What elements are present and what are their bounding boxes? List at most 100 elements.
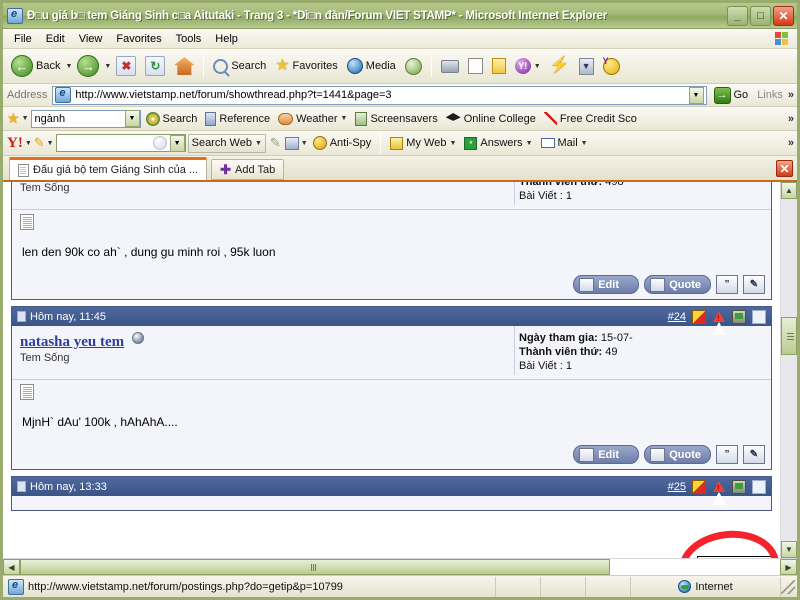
stop-button[interactable]: ✖	[112, 52, 140, 80]
scroll-down-button[interactable]: ▼	[781, 541, 797, 558]
horizontal-scroll-track[interactable]	[20, 559, 780, 575]
quote-button[interactable]: Quote	[644, 445, 711, 464]
yahoo-antispy-button[interactable]: Anti-Spy	[310, 136, 375, 150]
toolbar2-search-dropdown-icon[interactable]: ▼	[124, 110, 140, 127]
download-button[interactable]: ▼	[575, 52, 598, 80]
card-icon[interactable]	[692, 479, 706, 494]
scroll-up-button[interactable]: ▲	[781, 182, 797, 199]
reply-button[interactable]: ✎	[743, 275, 765, 294]
home-button[interactable]	[170, 52, 198, 80]
edit-button[interactable]	[464, 52, 487, 80]
blank-icon[interactable]	[752, 309, 766, 324]
back-button[interactable]: ← Back	[7, 52, 64, 80]
ip-address-icon[interactable]	[732, 479, 746, 494]
yahoo-answers-button[interactable]: * Answers ▼	[461, 136, 535, 150]
menu-favorites[interactable]: Favorites	[109, 31, 168, 47]
author-username-link[interactable]: natasha yeu tem	[20, 334, 124, 350]
messenger-button[interactable]: Y	[599, 52, 624, 80]
close-button[interactable]: ✕	[773, 5, 794, 26]
search-button[interactable]: Search	[209, 52, 270, 80]
menu-help[interactable]: Help	[208, 31, 245, 47]
toolbar2-overflow-chevron-icon[interactable]: »	[788, 113, 797, 125]
post-24-number[interactable]: #24	[668, 311, 686, 323]
report-warning-icon[interactable]	[712, 479, 726, 505]
quote-button[interactable]: Quote	[644, 275, 711, 294]
scroll-left-button[interactable]: ◀	[3, 559, 20, 575]
address-overflow-chevron-icon[interactable]: »	[788, 89, 797, 101]
toolbar2-item-search-label: Search	[162, 112, 198, 125]
forward-button[interactable]: →	[73, 52, 103, 80]
toolbar2-star-icon[interactable]: ★	[7, 110, 20, 127]
minimize-button[interactable]: _	[727, 5, 748, 26]
refresh-button[interactable]: ↻	[141, 52, 169, 80]
history-button[interactable]	[401, 52, 426, 80]
yahoo-button[interactable]: Y! ▼	[511, 52, 545, 80]
print-button[interactable]	[437, 52, 463, 80]
toolbar2-item-free-credit-score[interactable]: Free Credit Sco	[541, 112, 640, 125]
resize-grip-icon[interactable]	[781, 579, 795, 594]
multiquote-button[interactable]: ”	[716, 275, 738, 294]
menu-view[interactable]: View	[72, 31, 110, 47]
myweb-dropdown-icon[interactable]: ▼	[449, 140, 456, 147]
toolbar2-search-input[interactable]: ngành ▼	[30, 109, 141, 128]
card-icon[interactable]	[692, 309, 706, 324]
post-25-number[interactable]: #25	[668, 481, 686, 493]
vertical-scrollbar[interactable]: ▲ ▼	[780, 182, 797, 558]
yahoo-dropdown-icon[interactable]: ▼	[534, 63, 541, 70]
browser-window: Đ□u giá b□ tem Giáng Sinh c□a Aitutaki -…	[0, 0, 800, 600]
scroll-right-button[interactable]: ▶	[780, 559, 797, 575]
toolbar2-item-screensavers[interactable]: Screensavers	[352, 111, 440, 126]
links-label[interactable]: Links	[755, 89, 785, 101]
vertical-scroll-thumb[interactable]	[781, 317, 797, 355]
back-dropdown-icon[interactable]: ▼	[65, 63, 72, 70]
yahoo-overflow-chevron-icon[interactable]: »	[788, 137, 797, 149]
ip-address-icon[interactable]	[732, 309, 746, 324]
yahoo-myweb-button[interactable]: My Web ▼	[387, 136, 459, 150]
forward-dropdown-icon[interactable]: ▼	[104, 63, 111, 70]
tab-close-button[interactable]: ✕	[776, 160, 793, 177]
toolbar2-item-reference[interactable]: Reference	[202, 111, 273, 126]
multiquote-button[interactable]: ”	[716, 445, 738, 464]
edit-button[interactable]: Edit	[573, 445, 640, 464]
weather-dropdown-icon[interactable]: ▼	[341, 115, 348, 122]
horizontal-scroll-thumb[interactable]	[20, 559, 610, 575]
menu-edit[interactable]: Edit	[39, 31, 72, 47]
lightning-button[interactable]: ⚡	[546, 52, 574, 80]
yahoo-search-web-button[interactable]: Search Web ▼	[187, 133, 266, 153]
horizontal-scrollbar[interactable]: ◀ ▶	[3, 558, 797, 575]
popup-blocker-dropdown-icon[interactable]: ▼	[301, 140, 308, 147]
popup-blocker-icon[interactable]	[284, 136, 299, 150]
blank-icon[interactable]	[752, 479, 766, 494]
mail-dropdown-icon[interactable]: ▼	[581, 140, 588, 147]
toolbar2-item-online-college[interactable]: Online College	[443, 113, 539, 125]
answers-dropdown-icon[interactable]: ▼	[526, 140, 533, 147]
menu-tools[interactable]: Tools	[169, 31, 209, 47]
maximize-button[interactable]: □	[750, 5, 771, 26]
toolbar2-item-weather[interactable]: Weather ▼	[275, 112, 350, 125]
reply-button[interactable]: ✎	[743, 445, 765, 464]
yahoo-search-input[interactable]: ▼	[55, 134, 186, 152]
yahoo-logo-dropdown-icon[interactable]: ▼	[25, 140, 32, 147]
go-button[interactable]: → Go	[710, 86, 753, 104]
edit-button[interactable]: Edit	[573, 275, 640, 294]
media-button[interactable]: Media	[343, 52, 400, 80]
yahoo-logo-icon[interactable]: Y!	[7, 135, 23, 152]
pencil-dropdown-icon[interactable]: ▼	[47, 140, 54, 147]
pencil-icon[interactable]: ✎	[34, 135, 45, 151]
highlighter-icon[interactable]: ✎	[268, 135, 283, 151]
search-web-dropdown-icon[interactable]: ▼	[255, 140, 262, 147]
tab-active[interactable]: Đấu giá bộ tem Giáng Sinh của ...	[9, 157, 208, 180]
meta-posts: Bài Viết : 1	[519, 359, 765, 373]
yahoo-mail-button[interactable]: Mail ▼	[538, 137, 591, 149]
vertical-scroll-track[interactable]	[781, 199, 797, 541]
yahoo-search-dropdown-icon[interactable]: ▼	[169, 134, 185, 152]
toolbar2-star-dropdown-icon[interactable]: ▼	[22, 115, 29, 122]
address-input[interactable]: http://www.vietstamp.net/forum/showthrea…	[52, 85, 707, 105]
add-tab-button[interactable]: ✚ Add Tab	[211, 159, 285, 180]
favorites-button[interactable]: ★ Favorites	[271, 52, 342, 80]
menu-file[interactable]: File	[7, 31, 39, 47]
address-dropdown-icon[interactable]: ▼	[688, 86, 704, 104]
report-warning-icon[interactable]	[712, 309, 726, 335]
toolbar2-item-search[interactable]: Search	[143, 111, 201, 126]
notes-button[interactable]	[488, 52, 510, 80]
